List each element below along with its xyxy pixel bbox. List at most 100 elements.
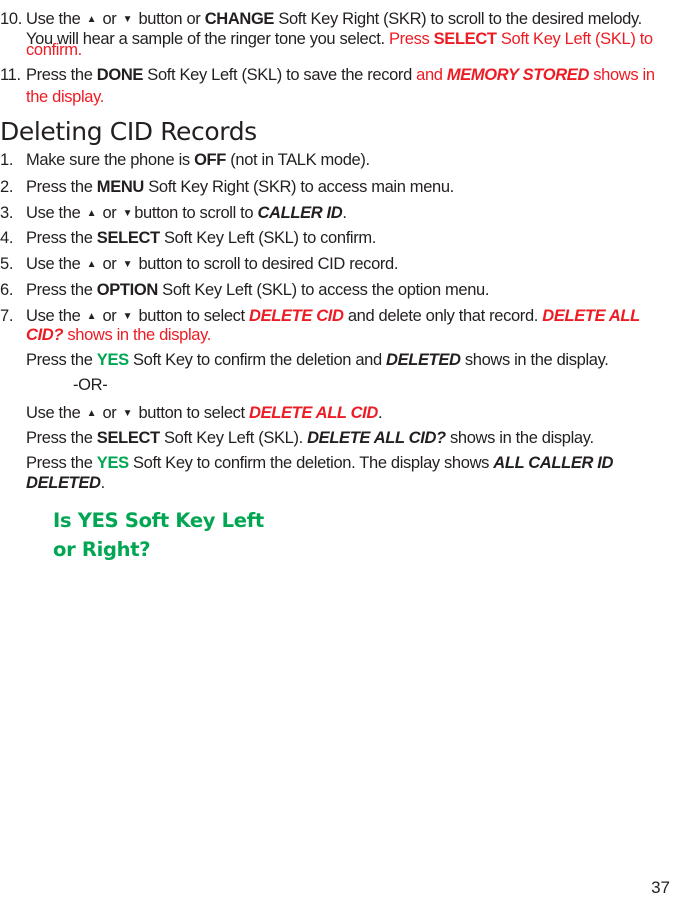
section-title: Deleting CID Records xyxy=(0,117,257,146)
down-arrow-icon: ▼ xyxy=(122,311,133,322)
key-name: SELECT xyxy=(433,30,497,48)
text-segment: button or xyxy=(134,10,205,28)
revised-text: the display. xyxy=(26,88,105,106)
step-text-line: DELETED. xyxy=(26,473,105,493)
down-arrow-icon: ▼ xyxy=(122,259,133,270)
text-segment: Use the xyxy=(26,404,85,422)
display-message: DELETE CID xyxy=(249,307,344,325)
revised-text: shows in xyxy=(589,66,655,84)
key-name: YES xyxy=(96,351,129,369)
step-text-line: Make sure the phone is OFF (not in TALK … xyxy=(26,150,370,170)
text-segment: or xyxy=(98,404,121,422)
step-text-line: Press the SELECT Soft Key Left (SKL). DE… xyxy=(26,428,594,448)
display-message: DELETE ALL xyxy=(542,307,640,325)
display-message: CALLER ID xyxy=(257,204,343,222)
note-line-2: or Right? xyxy=(53,538,151,561)
step-text-line: Press the YES Soft Key to confirm the de… xyxy=(26,350,609,370)
step-number: 10. xyxy=(0,10,23,28)
step-text-line: CID? shows in the display. xyxy=(26,325,211,345)
step-text-line: Use the ▲ or ▼ button to scroll to CALLER… xyxy=(26,203,347,224)
key-name: OPTION xyxy=(96,281,159,299)
step-text-line: confirm. xyxy=(26,40,82,60)
up-arrow-icon: ▲ xyxy=(86,259,97,270)
text-segment: . xyxy=(100,474,106,492)
step-text-line: Press the SELECT Soft Key Left (SKL) to … xyxy=(26,228,376,248)
step-text-line: Press the DONE Soft Key Left (SKL) to sa… xyxy=(26,65,655,85)
down-arrow-icon: ▼ xyxy=(122,408,133,419)
text-segment: Soft Key Right (SKR) to access main menu… xyxy=(143,178,454,196)
reviewer-note: Is YES Soft Key Left or Right? xyxy=(53,506,264,564)
text-segment: . xyxy=(342,204,347,222)
step-text-line: the display. xyxy=(26,87,104,107)
text-segment: Press the xyxy=(26,178,97,196)
revised-text: and xyxy=(416,66,447,84)
up-arrow-icon: ▲ xyxy=(86,14,97,25)
note-line-1: Is YES Soft Key Left xyxy=(53,509,264,532)
text-segment: Soft Key Left (SKL). xyxy=(159,429,308,447)
revised-text: confirm. xyxy=(26,41,82,59)
text-segment: Press the xyxy=(26,454,97,472)
text-segment: Soft Key to confirm the deletion and xyxy=(128,351,387,369)
text-segment: button to select xyxy=(134,404,250,422)
text-segment: Make sure the phone is xyxy=(26,151,195,169)
display-message: DELETED xyxy=(386,351,461,369)
step-number: 2. xyxy=(0,178,14,196)
page-number: 37 xyxy=(651,878,670,897)
step-text-line: You will hear a sample of the ringer ton… xyxy=(26,29,653,49)
step-text-line: -OR- xyxy=(26,375,108,395)
key-name: YES xyxy=(96,454,129,472)
step-number: 7. xyxy=(0,307,14,325)
text-segment: Use the xyxy=(26,307,85,325)
text-segment: Press the xyxy=(26,281,97,299)
manual-page: 10. Use the ▲ or ▼ button or CHANGE Soft … xyxy=(0,0,674,899)
up-arrow-icon: ▲ xyxy=(86,311,97,322)
text-segment: Press the xyxy=(26,351,97,369)
text-segment: Soft Key Left (SKL) to confirm. xyxy=(159,229,377,247)
key-name: CHANGE xyxy=(204,10,275,28)
text-segment: Use the xyxy=(26,10,85,28)
text-segment: Soft Key Left (SKL) to access the option… xyxy=(157,281,490,299)
down-arrow-icon: ▼ xyxy=(122,208,133,219)
key-name: OFF xyxy=(194,151,227,169)
step-number: 6. xyxy=(0,281,14,299)
step-number: 3. xyxy=(0,204,14,222)
display-message: CID? xyxy=(26,326,64,344)
text-segment: Soft Key to confirm the deletion. The di… xyxy=(128,454,494,472)
key-name: SELECT xyxy=(96,229,160,247)
display-message: DELETED xyxy=(26,474,101,492)
display-message: DELETE ALL CID? xyxy=(307,429,446,447)
key-name: DONE xyxy=(96,66,144,84)
text-segment: (not in TALK mode). xyxy=(226,151,370,169)
text-segment: Use the xyxy=(26,255,85,273)
up-arrow-icon: ▲ xyxy=(86,208,97,219)
down-arrow-icon: ▼ xyxy=(122,14,133,25)
text-segment: Press the xyxy=(26,66,97,84)
text-segment: Use the xyxy=(26,204,85,222)
revised-text: Press xyxy=(388,30,434,48)
step-number: 4. xyxy=(0,229,14,247)
text-segment: or xyxy=(98,307,121,325)
display-message: MEMORY STORED xyxy=(446,66,590,84)
text-segment: shows in the display. xyxy=(445,429,594,447)
step-number: 11. xyxy=(0,66,21,84)
text-segment: shows in the display. xyxy=(460,351,609,369)
step-text-line: Press the YES Soft Key to confirm the de… xyxy=(26,453,613,473)
key-name: SELECT xyxy=(96,429,160,447)
step-text-line: Use the ▲ or ▼ button to scroll to desir… xyxy=(26,254,398,275)
step-number: 5. xyxy=(0,255,14,273)
key-name: MENU xyxy=(96,178,145,196)
step-text-line: Press the OPTION Soft Key Left (SKL) to … xyxy=(26,280,489,300)
step-number: 1. xyxy=(0,151,14,169)
text-segment: Press the xyxy=(26,229,97,247)
revised-text: shows in the display. xyxy=(63,326,212,344)
text-segment: and delete only that record. xyxy=(343,307,543,325)
up-arrow-icon: ▲ xyxy=(86,408,97,419)
text-segment: button to scroll to xyxy=(134,204,258,222)
step-text-line: Use the ▲ or ▼ button to select DELETE C… xyxy=(26,306,640,327)
step-text-line: Press the MENU Soft Key Right (SKR) to a… xyxy=(26,177,454,197)
display-message: DELETE ALL CID xyxy=(249,404,378,422)
display-message: ALL CALLER ID xyxy=(493,454,614,472)
text-segment: Soft Key Left (SKL) to save the record xyxy=(143,66,417,84)
text-segment: . xyxy=(377,404,383,422)
step-text-line: Use the ▲ or ▼ button or CHANGE Soft Key… xyxy=(26,9,642,30)
